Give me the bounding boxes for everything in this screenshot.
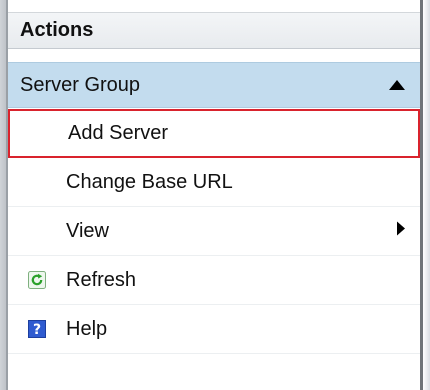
actions-pane: Actions Server Group Add Server Change B… (8, 0, 420, 390)
server-group-header[interactable]: Server Group (8, 62, 420, 108)
triangle-right-icon (396, 220, 406, 243)
refresh-icon (28, 271, 46, 289)
window-frame-right (420, 0, 430, 390)
change-base-url-label: Change Base URL (66, 170, 233, 193)
refresh-action[interactable]: Refresh (8, 256, 420, 305)
change-base-url-action[interactable]: Change Base URL (8, 158, 420, 207)
add-server-icon-slot (10, 109, 68, 158)
help-icon: ? (28, 320, 46, 338)
view-label: View (66, 219, 109, 242)
refresh-label: Refresh (66, 268, 137, 291)
server-group-actions: Add Server Change Base URL View Refresh … (8, 109, 420, 354)
add-server-action[interactable]: Add Server (8, 109, 420, 158)
change-base-url-icon-slot (8, 158, 66, 207)
server-group-label: Server Group (20, 73, 141, 96)
actions-pane-title: Actions (20, 19, 94, 41)
refresh-icon-slot (8, 256, 66, 305)
triangle-up-icon[interactable] (388, 78, 406, 92)
help-label: Help (66, 317, 108, 340)
actions-pane-header: Actions (8, 12, 420, 49)
svg-text:?: ? (33, 322, 41, 338)
help-action[interactable]: ? Help (8, 305, 420, 354)
triangle-right-icon-svg (397, 221, 405, 236)
actions-window: Actions Server Group Add Server Change B… (0, 0, 430, 390)
add-server-label: Add Server (68, 122, 169, 144)
triangle-up-icon-svg (389, 80, 405, 90)
help-icon-slot: ? (8, 305, 66, 354)
window-frame-left (0, 0, 8, 390)
view-action[interactable]: View (8, 207, 420, 256)
view-icon-slot (8, 207, 66, 256)
